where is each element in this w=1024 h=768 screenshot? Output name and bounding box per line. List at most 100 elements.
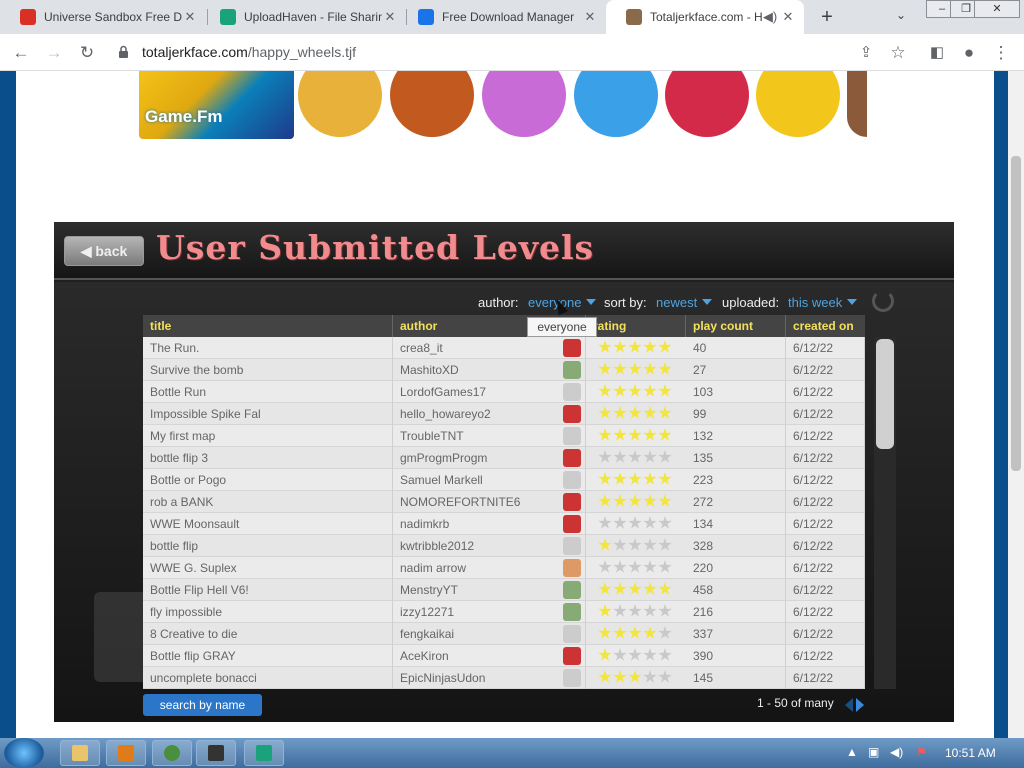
tab-bar: Universe Sandbox Free D ✕ UploadHaven - … — [0, 0, 1024, 34]
show-hidden-icons-icon[interactable]: ▲ — [846, 745, 858, 759]
pagination-text: 1 - 50 of many — [757, 696, 834, 710]
new-tab-button[interactable]: + — [816, 6, 838, 28]
star-icon — [613, 384, 627, 397]
tab-close-icon[interactable]: ✕ — [382, 9, 398, 25]
table-row[interactable]: rob a BANK NOMOREFORTNITE6 272 6/12/22 — [143, 491, 865, 513]
table-row[interactable]: The Run. crea8_it 40 6/12/22 — [143, 337, 865, 359]
table-row[interactable]: uncomplete bonacci EpicNinjasUdon 145 6/12/… — [143, 667, 865, 689]
back-button[interactable]: ◀ back — [64, 236, 144, 266]
menu-kebab-icon[interactable]: ⋮ — [990, 42, 1012, 64]
table-row[interactable]: Bottle flip GRAY AceKiron 390 6/12/22 — [143, 645, 865, 667]
volume-icon[interactable]: ◀) — [890, 745, 903, 759]
action-center-icon[interactable]: ⚑ — [916, 745, 927, 759]
tab-universe-sandbox[interactable]: Universe Sandbox Free D ✕ — [0, 0, 206, 34]
game-thumbnail[interactable] — [298, 71, 382, 137]
table-row[interactable]: Bottle or Pogo Samuel Markell 223 6/12/22 — [143, 469, 865, 491]
table-row[interactable]: bottle flip 3 gmProgmProgm 135 6/12/22 — [143, 447, 865, 469]
close-window-button[interactable]: ✕ — [974, 0, 1020, 18]
column-header-title[interactable]: title — [143, 315, 393, 337]
game-thumbnail[interactable] — [756, 71, 840, 137]
rating-stars — [598, 670, 673, 686]
start-button[interactable] — [4, 738, 44, 768]
table-row[interactable]: My first map TroubleTNT 132 6/12/22 — [143, 425, 865, 447]
star-icon — [643, 626, 657, 639]
gamefm-logo[interactable]: Game.Fm — [139, 71, 294, 139]
game-thumbnail[interactable] — [482, 71, 566, 137]
rating-stars — [598, 582, 673, 598]
created-on-cell: 6/12/22 — [786, 403, 865, 425]
level-author-cell: Samuel Markell — [393, 469, 586, 491]
tab-audio-icon[interactable]: ◀) — [762, 9, 778, 25]
page-viewport: Game.Fm ◀ back User Submitted Levels aut… — [0, 71, 1008, 738]
forward-arrow-icon[interactable]: → — [43, 42, 65, 64]
address-bar[interactable]: totaljerkface.com/happy_wheels.tjf — [142, 44, 356, 60]
tab-close-icon[interactable]: ✕ — [780, 9, 796, 25]
rating-stars — [598, 406, 673, 422]
search-by-name-button[interactable]: search by name — [143, 694, 262, 716]
column-header-created-on[interactable]: created on — [786, 315, 865, 337]
profile-avatar-icon[interactable]: ● — [958, 42, 980, 64]
game-thumbnail[interactable] — [665, 71, 749, 137]
bookmark-star-icon[interactable]: ☆ — [887, 42, 909, 64]
download-manager-icon[interactable] — [244, 740, 284, 766]
table-row[interactable]: Bottle Flip Hell V6! MenstryYT 458 6/12/22 — [143, 579, 865, 601]
column-header-play-count[interactable]: play count — [686, 315, 786, 337]
share-icon[interactable]: ⇪ — [855, 42, 877, 64]
play-count-cell: 216 — [686, 601, 786, 623]
scrollbar-thumb[interactable] — [1011, 156, 1021, 471]
table-row[interactable]: Survive the bomb MashitoXD 27 6/12/22 — [143, 359, 865, 381]
level-title-cell: Bottle Flip Hell V6! — [143, 579, 393, 601]
table-row[interactable]: bottle flip kwtribble2012 328 6/12/22 — [143, 535, 865, 557]
uploaded-dropdown[interactable]: this week — [788, 295, 858, 310]
media-player-icon[interactable] — [106, 740, 146, 766]
created-on-cell: 6/12/22 — [786, 359, 865, 381]
column-header-rating[interactable]: rating — [586, 315, 686, 337]
browser-toolbar: ← → ↻ totaljerkface.com/happy_wheels.tjf… — [0, 34, 1024, 71]
play-count-cell: 458 — [686, 579, 786, 601]
tab-close-icon[interactable]: ✕ — [582, 9, 598, 25]
star-icon — [613, 604, 627, 617]
star-icon — [658, 670, 672, 683]
chrome-icon[interactable] — [152, 740, 192, 766]
game-thumbnail[interactable] — [390, 71, 474, 137]
rating-stars — [598, 384, 673, 400]
lock-icon[interactable] — [118, 45, 129, 59]
network-icon[interactable]: ▣ — [868, 745, 879, 759]
table-row[interactable]: WWE Moonsault nadimkrb 134 6/12/22 — [143, 513, 865, 535]
star-icon — [613, 406, 627, 419]
level-author-cell: kwtribble2012 — [393, 535, 586, 557]
scrollbar-thumb[interactable] — [876, 339, 894, 449]
table-row[interactable]: 8 Creative to die fengkaikai 337 6/12/22 — [143, 623, 865, 645]
star-icon — [643, 582, 657, 595]
next-page-icon[interactable] — [856, 698, 864, 712]
refresh-icon[interactable] — [872, 290, 894, 312]
seven-zip-icon[interactable] — [196, 740, 236, 766]
reload-icon[interactable]: ↻ — [76, 42, 98, 64]
table-row[interactable]: Bottle Run LordofGames17 103 6/12/22 — [143, 381, 865, 403]
sort-by-dropdown[interactable]: newest — [656, 295, 713, 310]
url-path: /happy_wheels.tjf — [247, 44, 357, 60]
previous-page-icon[interactable] — [845, 698, 853, 712]
tab-search-button[interactable]: ⌄ — [896, 8, 906, 22]
side-panel-icon[interactable]: ◧ — [926, 42, 948, 64]
tab-uploadhaven[interactable]: UploadHaven - File Sharin ✕ — [200, 0, 406, 34]
tab-totaljerkface[interactable]: Totaljerkface.com - H ◀) ✕ — [606, 0, 804, 34]
clock[interactable]: 10:51 AM — [945, 746, 996, 760]
level-title-cell: bottle flip — [143, 535, 393, 557]
happy-wheels-game[interactable]: ◀ back User Submitted Levels author: eve… — [54, 222, 954, 722]
table-row[interactable]: fly impossible izzy12271 216 6/12/22 — [143, 601, 865, 623]
star-icon — [658, 340, 672, 353]
star-icon — [613, 560, 627, 573]
star-icon — [613, 582, 627, 595]
table-scrollbar[interactable] — [874, 337, 896, 689]
play-count-cell: 134 — [686, 513, 786, 535]
file-explorer-icon[interactable] — [60, 740, 100, 766]
tab-free-download-manager[interactable]: Free Download Manager ✕ — [398, 0, 606, 34]
table-row[interactable]: WWE G. Suplex nadim arrow 220 6/12/22 — [143, 557, 865, 579]
back-arrow-icon[interactable]: ← — [10, 42, 32, 64]
game-thumbnail[interactable] — [574, 71, 658, 137]
page-scrollbar[interactable] — [1008, 71, 1024, 738]
table-row[interactable]: Impossible Spike Fal hello_howareyo2 99 6/1… — [143, 403, 865, 425]
game-thumbnail[interactable] — [847, 71, 867, 137]
tab-close-icon[interactable]: ✕ — [182, 9, 198, 25]
